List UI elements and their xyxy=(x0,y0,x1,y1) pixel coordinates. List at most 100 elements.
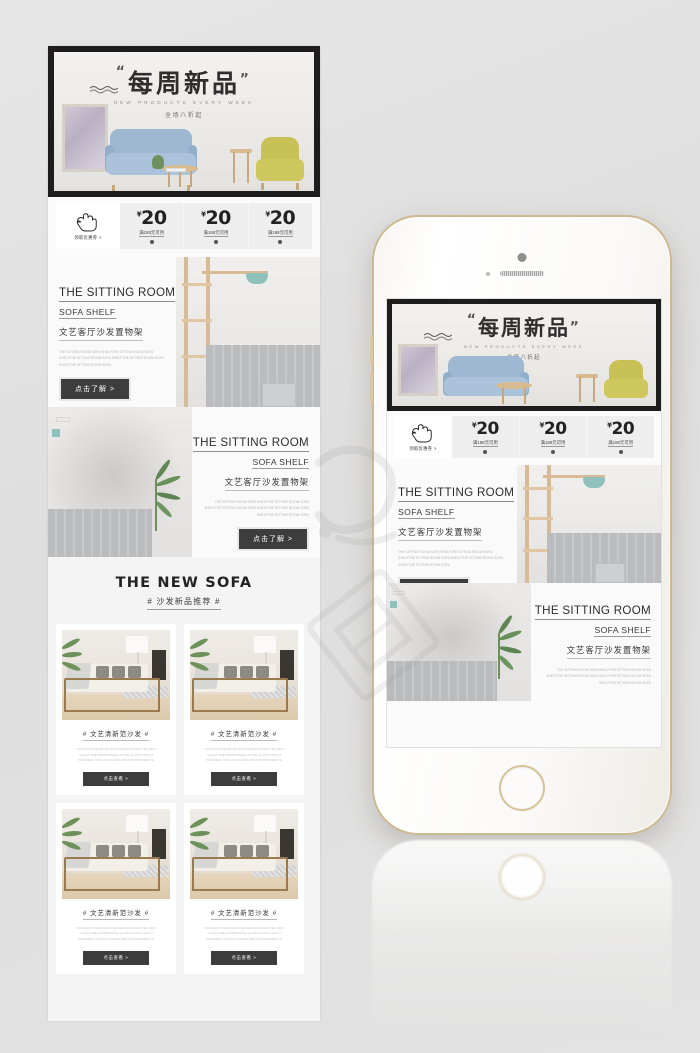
learn-more-button[interactable]: 点击了解 > xyxy=(59,376,132,401)
product-image xyxy=(190,808,298,899)
hero-banner-inner: “每周新品„ NEW PRODUCTS EVERY WEEK · · · · ·… xyxy=(54,52,314,191)
yellow-armchair-illustration xyxy=(256,137,304,190)
palm-plant-illustration xyxy=(491,614,527,687)
coupon-dot-icon xyxy=(278,239,283,244)
learn-more-button[interactable]: 点击了解 > xyxy=(236,526,309,551)
sitting-room-text: THE SITTING ROOM SOFA SHELF 文艺客厅沙发置物架 TH… xyxy=(531,583,661,701)
screenshot-stage: “每周新品„ NEW PRODUCTS EVERY WEEK · · · · ·… xyxy=(0,0,700,1053)
coupon-value: 20 xyxy=(205,206,231,229)
phone-banner-subtitle-en: NEW PRODUCTS EVERY WEEK xyxy=(463,344,585,349)
coupon-dot-icon xyxy=(618,449,623,454)
coupon-item[interactable]: ¥20 满188元可用 xyxy=(452,416,520,458)
coupon-item[interactable]: ¥20 满188元可用 xyxy=(120,203,185,249)
get-coupon-label: 领取优惠券 > xyxy=(409,446,437,451)
phone-sitting-room-section: THE SITTING ROOM SOFA SHELF 文艺客厅沙发置物架 TH… xyxy=(387,465,661,601)
product-card[interactable]: # 文艺清新范沙发 # YOU ALWAYS MAKE ME LOVE CLEA… xyxy=(184,624,304,795)
volume-down-button[interactable] xyxy=(370,373,373,403)
quote-close: „ xyxy=(570,312,582,328)
section-subheading-en: SOFA SHELF xyxy=(398,507,455,519)
sitting-room-text: THE SITTING ROOM SOFA SHELF 文艺客厅沙发置物架 TH… xyxy=(48,257,176,407)
potted-plant-decor xyxy=(152,155,164,169)
section-subheading-en: SOFA SHELF xyxy=(59,307,116,319)
teal-lamp-icon xyxy=(246,273,268,284)
view-product-button[interactable]: 点击查看 > xyxy=(211,771,277,786)
teal-accent-decor xyxy=(52,429,60,437)
phone-screen[interactable]: “每周新品„ NEW PRODUCTS EVERY WEEK · · · · ·… xyxy=(386,298,662,748)
wave-decor-icon xyxy=(424,333,452,341)
phone-hero-banner[interactable]: “每周新品„ NEW PRODUCTS EVERY WEEK · · · · ·… xyxy=(387,299,661,411)
section-subheading-en: SOFA SHELF xyxy=(594,625,651,637)
coupon-value: 20 xyxy=(543,418,567,439)
product-desc: YOU ALWAYS MAKE ME LOVE CLEANING SOFAS Y… xyxy=(76,925,156,941)
phone-reflection xyxy=(372,840,672,1040)
section-paragraph: THE SITTING ROOM SOFA SHELFTHE SITTING R… xyxy=(59,350,164,367)
coupon-amount: ¥20 xyxy=(472,420,500,438)
earpiece-speaker xyxy=(500,271,544,276)
coupon-condition: 满188元可用 xyxy=(540,439,566,447)
product-card[interactable]: # 文艺清新范沙发 # YOU ALWAYS MAKE ME LOVE CLEA… xyxy=(56,802,176,974)
coupon-condition: 满188元可用 xyxy=(267,229,293,237)
sitting-room-section: THE SITTING ROOM SOFA SHELF 文艺客厅沙发置物架 TH… xyxy=(48,407,320,557)
coupon-value: 20 xyxy=(141,206,167,229)
magazine-decor xyxy=(166,168,186,172)
product-card[interactable]: # 文艺清新范沙发 # YOU ALWAYS MAKE ME LOVE CLEA… xyxy=(56,624,176,795)
get-coupon-button[interactable]: 领取优惠券 > xyxy=(56,203,120,249)
new-sofa-title-cn: # 沙发新品推荐 # xyxy=(147,596,221,610)
new-sofa-title-en: THE NEW SOFA xyxy=(115,575,253,591)
product-image xyxy=(190,630,298,720)
product-image xyxy=(62,808,170,899)
coupon-item[interactable]: ¥20 满188元可用 xyxy=(184,203,249,249)
quote-close: „ xyxy=(240,64,253,80)
coupon-dot-icon xyxy=(483,449,488,454)
laptop-illustration xyxy=(595,563,625,583)
coupon-condition: 满188元可用 xyxy=(472,439,498,447)
hero-banner[interactable]: “每周新品„ NEW PRODUCTS EVERY WEEK · · · · ·… xyxy=(48,46,320,197)
phone-hero-banner-inner: “每周新品„ NEW PRODUCTS EVERY WEEK · · · · ·… xyxy=(392,304,656,406)
sitting-room-photo xyxy=(517,465,661,583)
product-name: # 文艺清新范沙发 # xyxy=(210,908,278,920)
front-camera-icon xyxy=(517,253,527,262)
volume-up-button[interactable] xyxy=(370,335,373,365)
coupon-item[interactable]: ¥20 满188元可用 xyxy=(248,203,312,249)
phone-coupon-bar: 领取优惠券 > ¥20 满188元可用 ¥20 满188元可用 ¥20 满188… xyxy=(387,411,661,465)
section-paragraph: THE SITTING ROOM SOFA SHELFTHE SITTING R… xyxy=(546,668,651,685)
banner-title-text: 每周新品 xyxy=(127,69,240,98)
section-paragraph: THE SITTING ROOM SOFA SHELFTHE SITTING R… xyxy=(204,500,309,517)
plant-decor xyxy=(62,636,88,673)
sitting-room-text: THE SITTING ROOM SOFA SHELF 文艺客厅沙发置物架 TH… xyxy=(192,407,320,557)
coupon-value: 20 xyxy=(611,418,635,439)
sitting-room-section: THE SITTING ROOM SOFA SHELF 文艺客厅沙发置物架 TH… xyxy=(48,257,320,407)
product-card[interactable]: # 文艺清新范沙发 # YOU ALWAYS MAKE ME LOVE CLEA… xyxy=(184,802,304,974)
sitting-room-photo xyxy=(387,583,531,701)
coupon-amount: ¥20 xyxy=(539,418,567,439)
coupon-amount: ¥20 xyxy=(265,208,295,228)
new-sofa-header: THE NEW SOFA # 沙发新品推荐 # xyxy=(48,557,320,620)
home-button[interactable] xyxy=(499,765,545,811)
get-coupon-button[interactable]: 领取优惠券 > xyxy=(394,416,452,458)
sitting-room-photo xyxy=(48,407,192,557)
product-grid: # 文艺清新范沙发 # YOU ALWAYS MAKE ME LOVE CLEA… xyxy=(48,620,320,984)
coupon-item[interactable]: ¥20 满188元可用 xyxy=(587,416,655,458)
view-product-button[interactable]: 点击查看 > xyxy=(83,771,149,786)
section-heading-cn: 文艺客厅沙发置物架 xyxy=(398,526,483,541)
plant-decor xyxy=(190,815,216,852)
coupon-dot-icon xyxy=(551,449,555,454)
sitting-room-photo xyxy=(176,257,320,407)
gray-sofa-illustration xyxy=(387,661,497,701)
section-heading-en: THE SITTING ROOM xyxy=(398,486,515,502)
pointing-hand-icon xyxy=(411,424,432,443)
section-heading-cn: 文艺客厅沙发置物架 xyxy=(224,476,309,491)
coupon-amount: ¥20 xyxy=(137,206,167,229)
product-desc: YOU ALWAYS MAKE ME LOVE CLEANING SOFAS Y… xyxy=(204,925,284,941)
coupon-amount: ¥20 xyxy=(201,206,231,229)
get-coupon-label: 领取优惠券 > xyxy=(74,235,102,240)
yellow-armchair-illustration xyxy=(604,360,648,402)
phone-mockup: “每周新品„ NEW PRODUCTS EVERY WEEK · · · · ·… xyxy=(370,215,672,835)
product-name: # 文艺清新范沙发 # xyxy=(82,729,150,741)
section-heading-en: THE SITTING ROOM xyxy=(534,604,651,620)
coupon-condition: 满188元可用 xyxy=(608,439,634,447)
coupon-item[interactable]: ¥20 满188元可用 xyxy=(519,416,588,458)
banner-subtitle-cn: · · · · · · 全场八折起 · · · · · · xyxy=(54,110,314,119)
view-product-button[interactable]: 点击查看 > xyxy=(211,950,277,965)
view-product-button[interactable]: 点击查看 > xyxy=(83,950,149,965)
